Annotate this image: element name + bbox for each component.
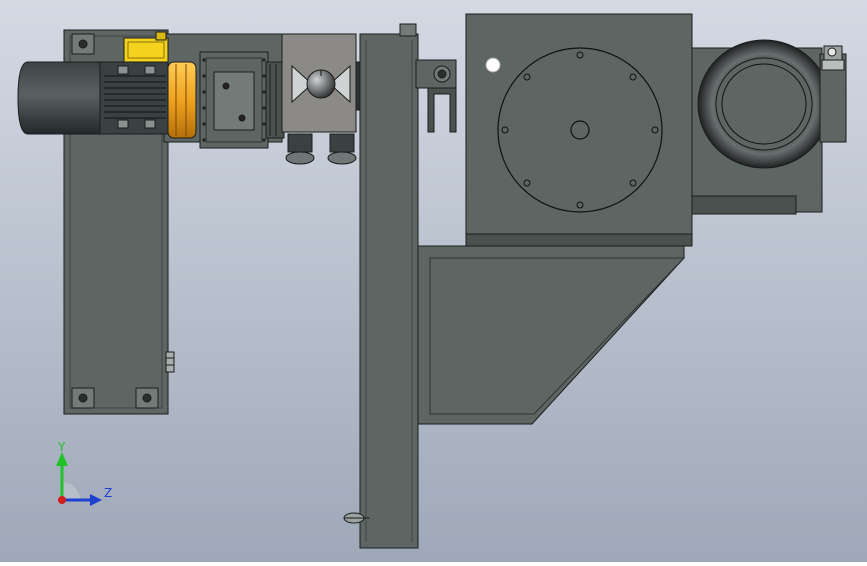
model-drawing[interactable] [0,0,867,562]
rotary-table [465,13,693,247]
axis-y-label: Y [58,440,66,454]
coupling [167,61,197,139]
gearbox [199,51,285,149]
cad-viewport[interactable]: Y Z [0,0,867,562]
axis-z-label: Z [104,486,113,500]
